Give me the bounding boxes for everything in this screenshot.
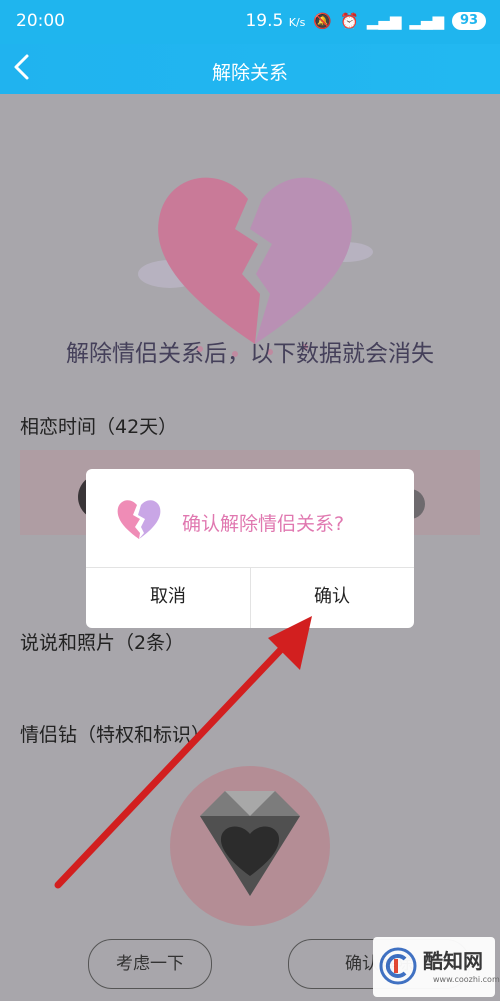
watermark-url: www.coozhi.com	[433, 975, 500, 984]
headline: 解除情侣关系后，以下数据就会消失	[66, 341, 434, 367]
couple-diamond-badge	[170, 766, 330, 926]
title-bar: 解除关系	[0, 44, 500, 94]
battery-indicator: 93	[452, 12, 486, 30]
network-speed: 19.5 K/s	[245, 11, 306, 31]
broken-heart-illustration	[138, 177, 373, 357]
diamond-icon	[200, 791, 300, 896]
confirm-dialog: 确认解除情侣关系? 取消 确认	[86, 469, 414, 628]
dialog-message: 确认解除情侣关系?	[182, 513, 345, 535]
mute-icon: 🔕	[313, 12, 333, 30]
section-couple-diamond: 情侣钻（特权和标识）	[20, 724, 211, 746]
alarm-icon: ⏰	[340, 12, 359, 30]
coozhi-logo-icon	[379, 947, 417, 985]
signal-icon: ▂▄▆	[366, 12, 402, 30]
status-time: 20:00	[16, 11, 65, 31]
broken-heart-icon	[117, 500, 161, 539]
section-posts-photos: 说说和照片（2条）	[20, 632, 185, 654]
signal-icon: ▂▄▆	[409, 12, 444, 30]
cancel-button[interactable]: 取消	[86, 568, 250, 628]
watermark-brand: 酷知网	[423, 949, 483, 973]
status-right: 19.5 K/s 🔕 ⏰ ▂▄▆ ▂▄▆ 93	[245, 11, 486, 31]
reconsider-button[interactable]: 考虑一下	[88, 939, 212, 989]
watermark: 酷知网 www.coozhi.com	[373, 937, 500, 997]
section-love-days: 相恋时间（42天）	[20, 416, 178, 438]
page-title: 解除关系	[211, 62, 288, 84]
confirm-button[interactable]: 确认	[250, 568, 414, 628]
status-bar: 20:00 19.5 K/s 🔕 ⏰ ▂▄▆ ▂▄▆ 93	[0, 0, 500, 44]
